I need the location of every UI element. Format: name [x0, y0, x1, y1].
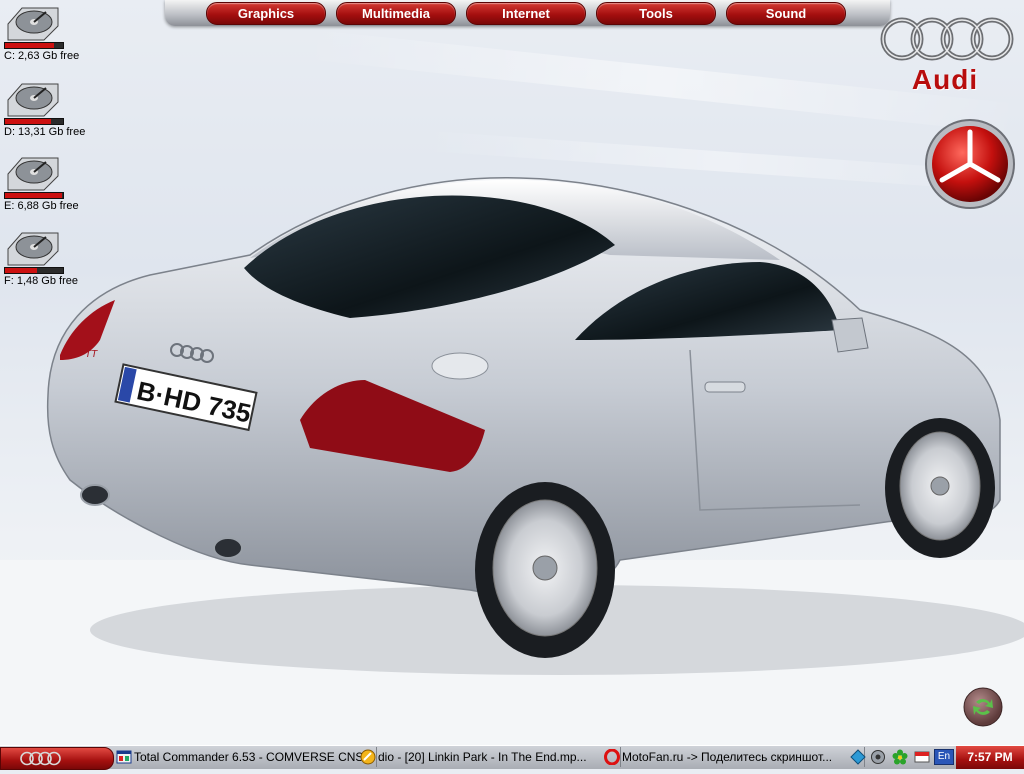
hard-drive-icon [7, 232, 59, 266]
network-icon[interactable] [850, 749, 866, 765]
graphics-button[interactable]: Graphics [206, 2, 326, 25]
shutdown-trefoil-icon[interactable] [924, 118, 1016, 210]
hard-drive-icon [7, 7, 59, 41]
sound-button[interactable]: Sound [726, 2, 846, 25]
drive-c-widget[interactable]: C: 2,63 Gb free [2, 2, 112, 72]
hard-drive-icon [7, 157, 59, 191]
task-label: MotoFan.ru -> Поделитесь скриншот... [622, 750, 833, 764]
display-icon[interactable] [914, 749, 930, 765]
language-indicator[interactable]: En [934, 749, 954, 765]
tt-badge: TT [85, 349, 98, 360]
drive-free-label: D: 13,31 Gb free [4, 126, 86, 138]
drive-free-label: F: 1,48 Gb free [4, 275, 78, 287]
drive-e-widget[interactable]: E: 6,88 Gb free [2, 152, 112, 222]
audi-rings-icon [20, 751, 61, 766]
icq-flower-icon[interactable] [892, 749, 908, 765]
tools-button[interactable]: Tools [596, 2, 716, 25]
drive-usage-bar [4, 42, 64, 49]
drive-free-label: C: 2,63 Gb free [4, 50, 80, 62]
drive-f-widget[interactable]: F: 1,48 Gb free [2, 227, 112, 297]
internet-button[interactable]: Internet [466, 2, 586, 25]
media-player-icon [360, 749, 376, 765]
total-commander-icon [116, 750, 132, 764]
taskbar-item-browser[interactable]: MotoFan.ru -> Поделитесь скриншот... [602, 747, 865, 767]
multimedia-button[interactable]: Multimedia [336, 2, 456, 25]
drive-usage-bar [4, 118, 64, 125]
drive-d-widget[interactable]: D: 13,31 Gb free [2, 78, 112, 148]
opera-icon [604, 749, 620, 765]
drive-usage-bar [4, 192, 64, 199]
speaker-icon[interactable] [870, 749, 886, 765]
refresh-icon[interactable] [962, 686, 1004, 728]
audi-wordmark: Audi [911, 64, 979, 95]
taskbar: Total Commander 6.53 - COMVERSE CNS dio … [0, 745, 1024, 770]
drive-usage-bar [4, 267, 64, 274]
desktop-wallpaper: B·HD 735 TT [0, 0, 1024, 745]
task-label: dio - [20] Linkin Park - In The End.mp..… [378, 750, 587, 764]
top-menu-bar: Graphics Multimedia Internet Tools Sound [165, 0, 890, 26]
start-button[interactable] [0, 747, 114, 770]
task-label: Total Commander 6.53 - COMVERSE CNS [134, 750, 364, 764]
clock[interactable]: 7:57 PM [956, 746, 1024, 769]
hard-drive-icon [7, 83, 59, 117]
taskbar-item-media-player[interactable]: dio - [20] Linkin Park - In The End.mp..… [358, 747, 621, 767]
audi-rings-logo [880, 17, 1014, 61]
taskbar-item-total-commander[interactable]: Total Commander 6.53 - COMVERSE CNS [114, 747, 377, 767]
drive-free-label: E: 6,88 Gb free [4, 200, 79, 212]
